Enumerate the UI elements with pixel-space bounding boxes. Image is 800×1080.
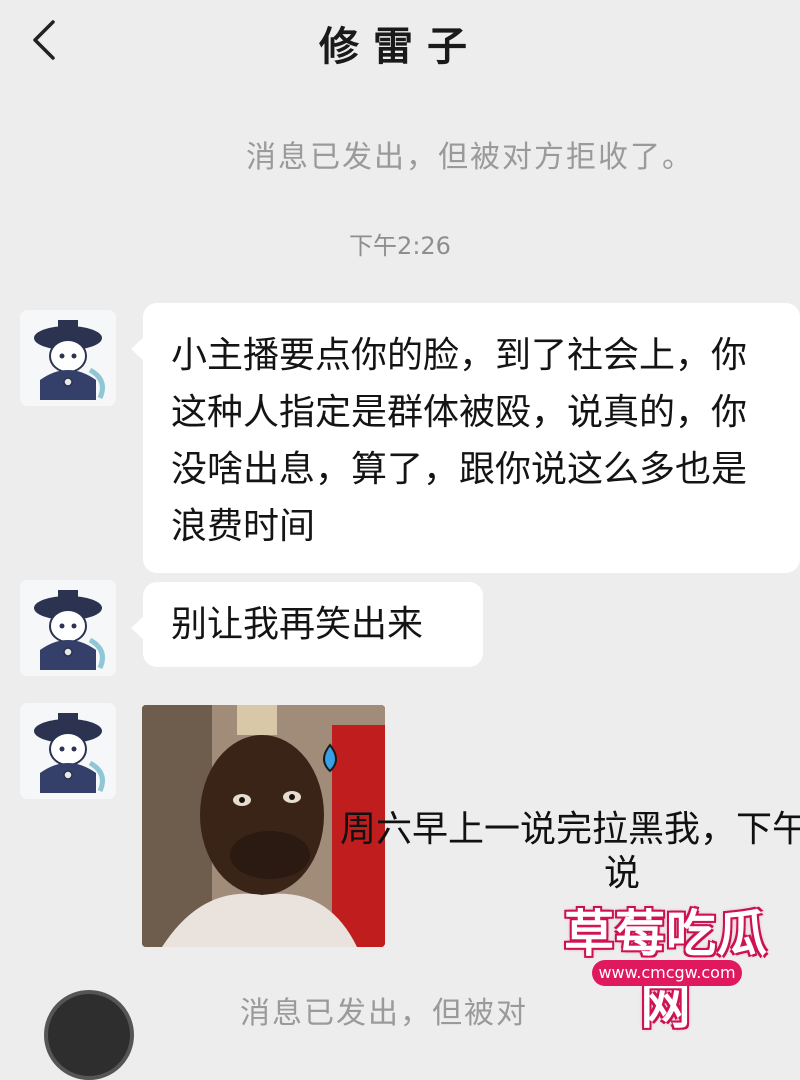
chat-title: 修雷子 [319, 24, 481, 70]
image-caption-overlay: 周六早上一说完拉黑我，下午 说 [340, 808, 800, 896]
avatar[interactable] [20, 580, 116, 676]
system-message-rejected: 消息已发出，但被对 [240, 996, 528, 1031]
avatar[interactable] [20, 703, 116, 799]
avatar[interactable] [20, 310, 116, 406]
watermark-url: www.cmcgw.com [592, 960, 742, 986]
message-bubble[interactable]: 别让我再笑出来 [131, 582, 483, 667]
avatar-character-icon [20, 703, 116, 799]
avatar-character-icon [20, 310, 116, 406]
bottom-avatar[interactable] [44, 990, 134, 1080]
system-message-rejected: 消息已发出，但被对方拒收了。 [246, 140, 694, 175]
timestamp: 下午2:26 [349, 232, 451, 260]
site-watermark: 草莓吃瓜网 www.cmcgw.com [552, 894, 780, 1035]
message-bubble[interactable]: 小主播要点你的脸，到了社会上，你这种人指定是群体被殴，说真的，你没啥出息，算了，… [131, 303, 800, 573]
caption-line-2: 说 [604, 853, 641, 894]
chat-header: 修雷子 [0, 0, 800, 80]
avatar-character-icon [20, 580, 116, 676]
caption-line-1: 周六早上一说完拉黑我，下午 [340, 809, 800, 850]
